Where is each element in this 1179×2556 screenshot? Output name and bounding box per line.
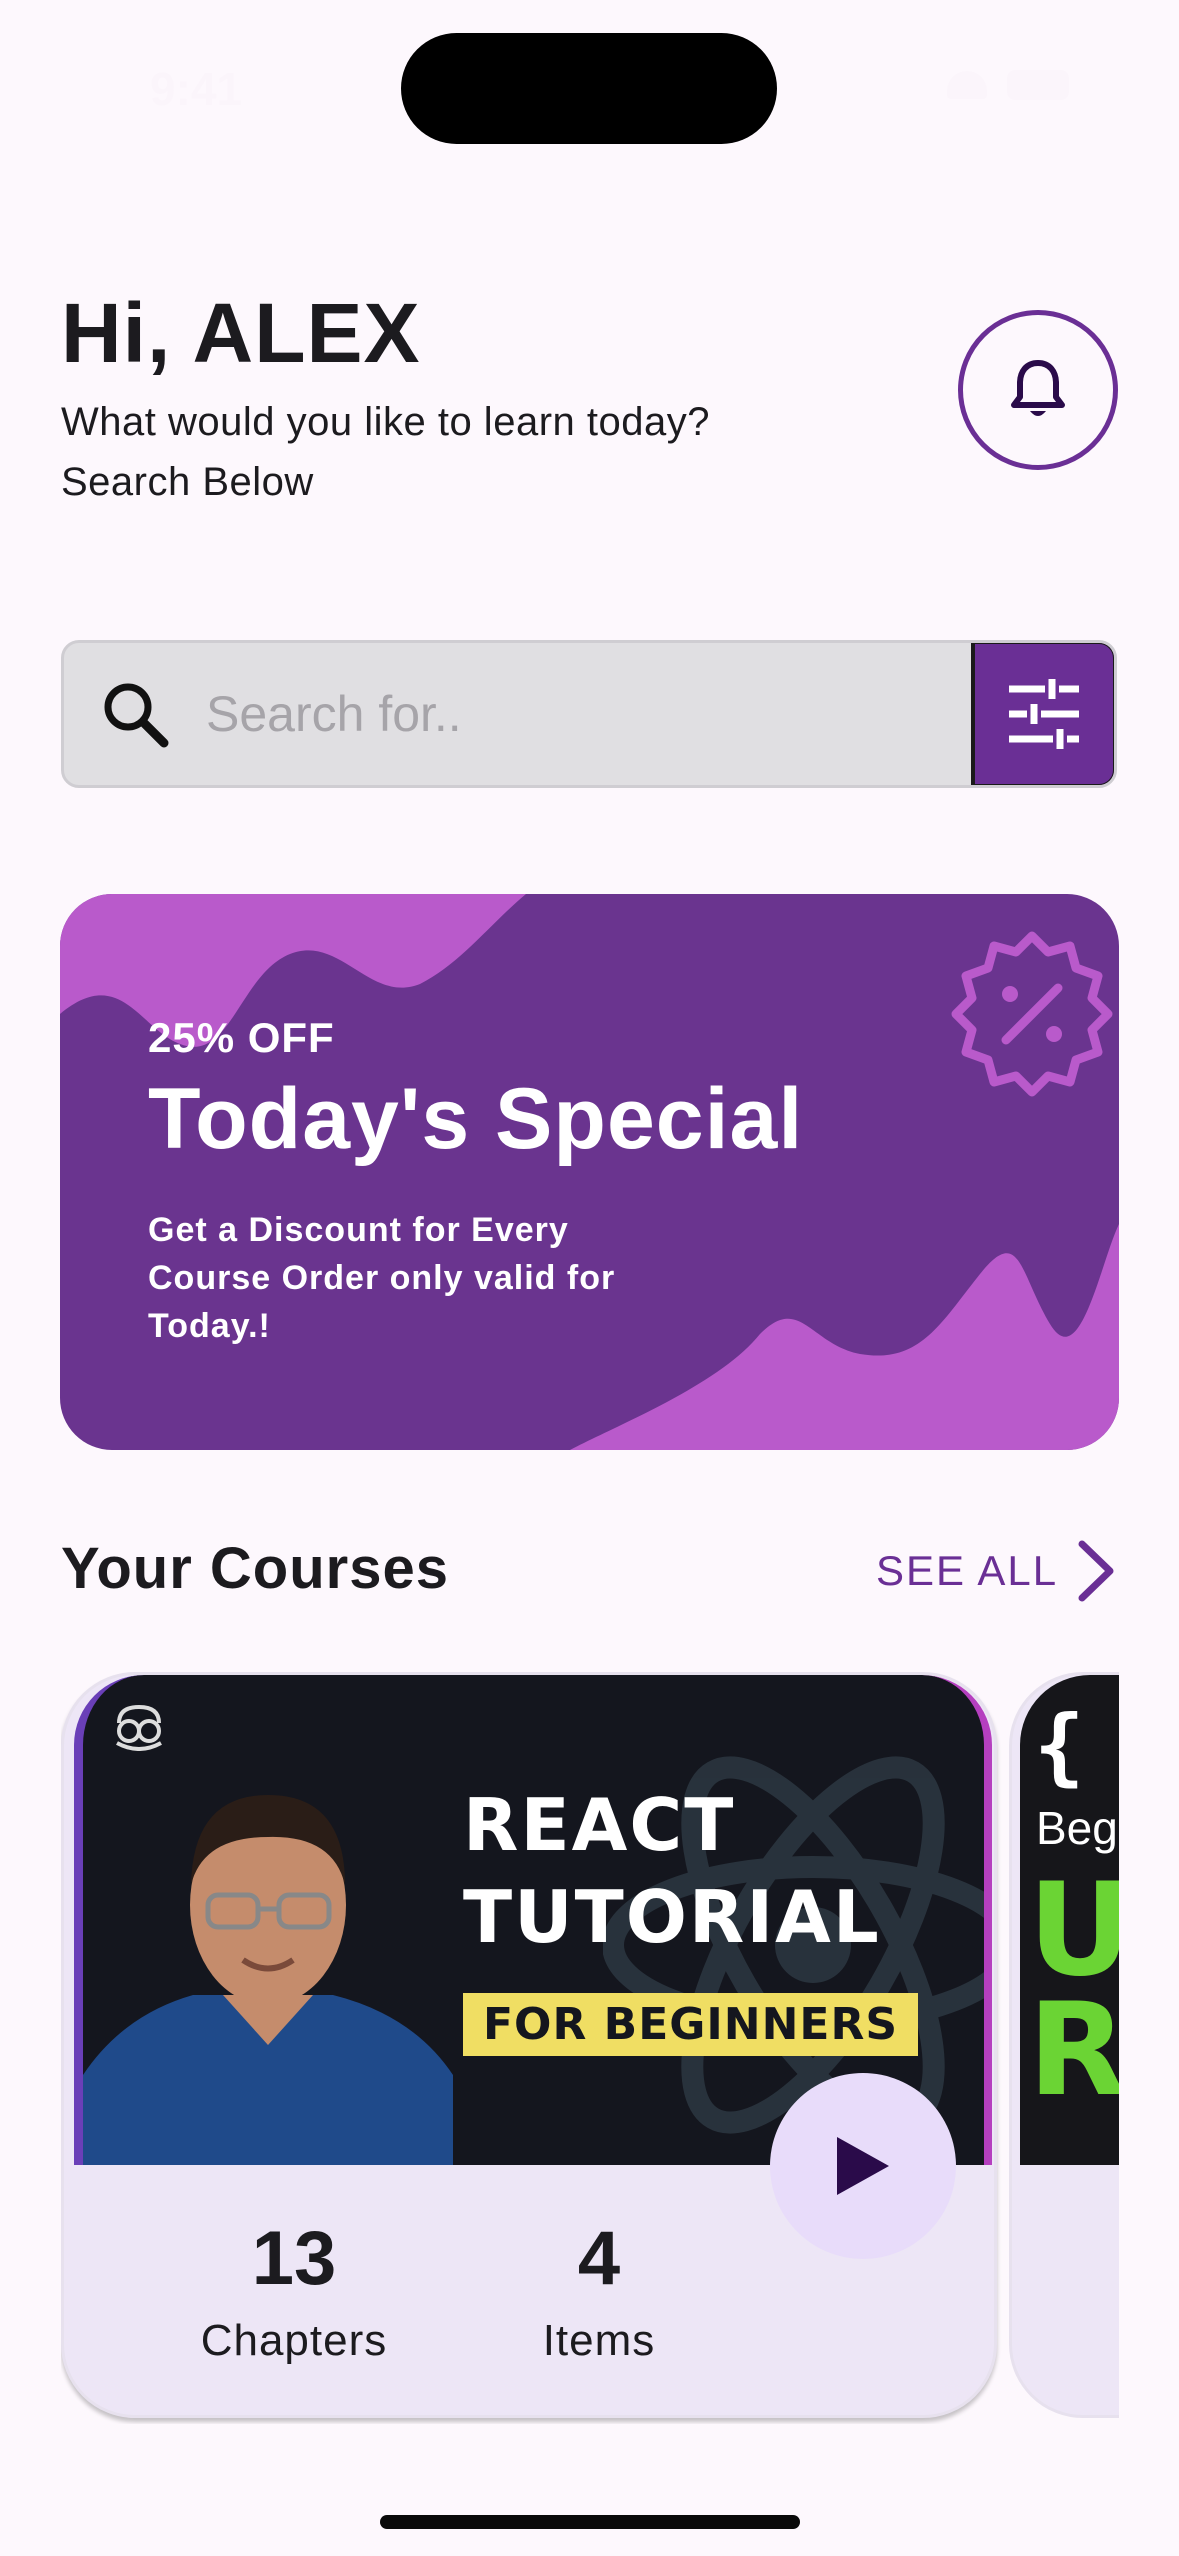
greeting-subtitle-line2: Search Below xyxy=(61,460,314,504)
thumbnail-title-line2: TUTORIAL xyxy=(463,1875,881,1959)
discount-badge-icon xyxy=(951,931,1113,1097)
promo-banner[interactable]: 25% OFF Today's Special Get a Discount f… xyxy=(60,894,1119,1450)
search-icon xyxy=(104,683,169,748)
filter-icon xyxy=(1009,679,1079,749)
thumbnail-big-text: Ul Ro xyxy=(1028,1867,1119,2125)
chapters-count: 13 xyxy=(251,2216,337,2301)
filter-button[interactable] xyxy=(971,643,1114,785)
play-icon xyxy=(837,2137,889,2195)
items-label: Items xyxy=(542,2316,656,2365)
thumbnail-tag: FOR BEGINNERS xyxy=(463,1993,919,2056)
greeting-subtitle: What would you like to learn today? Sear… xyxy=(61,392,710,512)
home-indicator[interactable] xyxy=(380,2515,800,2529)
promo-description: Get a Discount for Every Course Order on… xyxy=(148,1211,616,1345)
status-indicators xyxy=(947,70,1069,100)
status-time: 9:41 xyxy=(150,63,243,115)
items-count: 4 xyxy=(577,2216,621,2301)
items-stat: 4 Items xyxy=(524,2215,674,2366)
dynamic-island xyxy=(401,33,777,144)
promo-discount-badge: 25% OFF xyxy=(148,1014,335,1061)
instructor-photo xyxy=(83,1795,453,2165)
chevron-right-icon xyxy=(1078,1540,1114,1602)
thumbnail-subtitle: Begi xyxy=(1036,1802,1119,1854)
chapters-label: Chapters xyxy=(200,2316,388,2365)
courses-carousel[interactable]: REACT TUTORIAL FOR BEGINNERS 13 Chapters… xyxy=(61,1672,1119,2424)
thumbnail-brace-text: { J xyxy=(1034,1697,1119,1795)
bell-icon xyxy=(1011,360,1065,416)
course-card[interactable]: { J Begi Ul Ro xyxy=(1009,1672,1119,2418)
see-all-link[interactable]: SEE ALL xyxy=(876,1540,1116,1602)
notifications-button[interactable] xyxy=(958,310,1118,470)
see-all-label: SEE ALL xyxy=(876,1547,1059,1594)
search-input[interactable] xyxy=(206,643,1026,785)
search-bar xyxy=(61,640,1117,788)
greeting-subtitle-line1: What would you like to learn today? xyxy=(61,400,710,444)
greeting-title: Hi, ALEX xyxy=(61,286,421,380)
channel-logo-icon xyxy=(116,1704,162,1751)
battery-icon xyxy=(1007,70,1069,100)
chapters-stat: 13 Chapters xyxy=(184,2215,404,2366)
wifi-icon xyxy=(947,71,987,99)
courses-section-title: Your Courses xyxy=(61,1536,450,1601)
play-button[interactable] xyxy=(770,2073,956,2259)
course-thumbnail: { J Begi Ul Ro xyxy=(1020,1675,1119,2165)
promo-title: Today's Special xyxy=(148,1071,804,1167)
course-card[interactable]: REACT TUTORIAL FOR BEGINNERS 13 Chapters… xyxy=(61,1672,997,2418)
thumbnail-title-line1: REACT xyxy=(463,1783,736,1867)
